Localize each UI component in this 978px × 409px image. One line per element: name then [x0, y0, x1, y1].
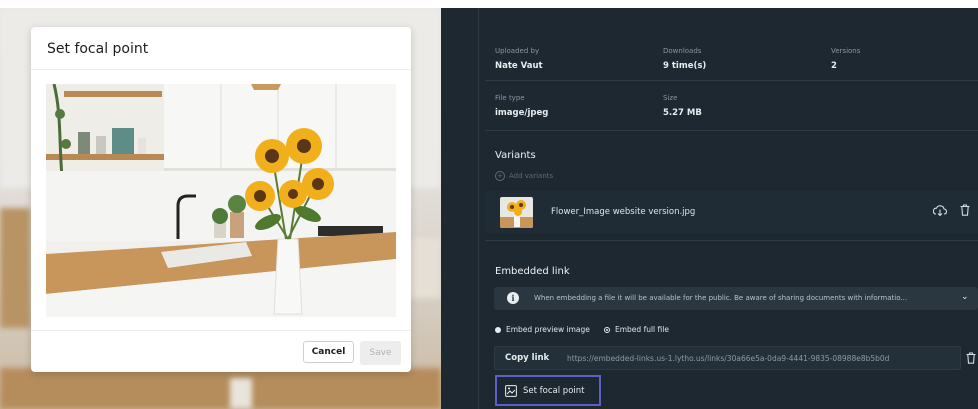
embed-link-field[interactable]: Copy link https://embedded-links.us-1.ly… [494, 346, 961, 370]
variant-item[interactable]: Flower_Image website version.jpg [485, 191, 978, 233]
embed-full-option[interactable]: Embed full file [604, 325, 669, 334]
focal-point-icon [505, 384, 517, 397]
trash-icon[interactable] [960, 204, 970, 216]
focal-point-image[interactable] [46, 84, 396, 317]
meta-divider [485, 80, 978, 81]
size-label: Size [663, 94, 678, 102]
file-details-panel: Uploaded by Nate Vaut Downloads 9 time(s… [441, 8, 978, 409]
variants-title: Variants [495, 150, 536, 161]
uploaded-by-value: Nate Vaut [495, 61, 543, 71]
downloads-value: 9 time(s) [663, 61, 707, 71]
chevron-down-icon[interactable]: ⌄ [961, 292, 969, 302]
modal-footer-divider [31, 330, 411, 331]
embed-notice[interactable]: i When embedding a file it will be avail… [494, 287, 978, 310]
versions-value: 2 [831, 61, 837, 71]
embed-preview-option[interactable]: Embed preview image [495, 325, 590, 334]
modal-title: Set focal point [47, 41, 149, 57]
set-focal-point-label: Set focal point [523, 385, 585, 396]
variant-thumbnail [500, 197, 533, 228]
embed-full-label: Embed full file [615, 325, 669, 334]
panel-left-border [478, 8, 479, 409]
embed-notice-text: When embedding a file it will be availab… [534, 294, 908, 302]
focal-point-modal: Set focal point Cancel Save [31, 27, 411, 372]
file-type-label: File type [495, 94, 525, 102]
save-button[interactable]: Save [360, 341, 401, 365]
plus-circle-icon: + [495, 171, 505, 181]
embedded-link-title: Embedded link [495, 266, 570, 277]
copy-link-button[interactable]: Copy link [505, 353, 549, 363]
uploaded-by-label: Uploaded by [495, 47, 540, 55]
modal-header-divider [31, 69, 411, 70]
radio-selected-icon [495, 326, 501, 333]
variants-divider [485, 240, 978, 241]
info-icon: i [507, 292, 519, 304]
download-icon[interactable] [933, 205, 947, 217]
downloads-label: Downloads [663, 47, 702, 55]
trash-icon[interactable] [966, 352, 976, 364]
add-variants-label: Add variants [509, 172, 554, 180]
embed-preview-label: Embed preview image [506, 325, 590, 334]
cancel-button[interactable]: Cancel [303, 341, 354, 363]
add-variants-button[interactable]: + Add variants [495, 171, 553, 181]
file-type-value: image/jpeg [495, 108, 549, 118]
set-focal-point-button[interactable]: Set focal point [495, 375, 601, 406]
meta-divider-2 [485, 130, 978, 131]
versions-label: Versions [831, 47, 861, 55]
size-value: 5.27 MB [663, 108, 702, 118]
variant-name: Flower_Image website version.jpg [551, 207, 696, 217]
embed-url: https://embedded-links.us-1.lytho.us/lin… [567, 354, 890, 363]
radio-icon [604, 326, 610, 333]
